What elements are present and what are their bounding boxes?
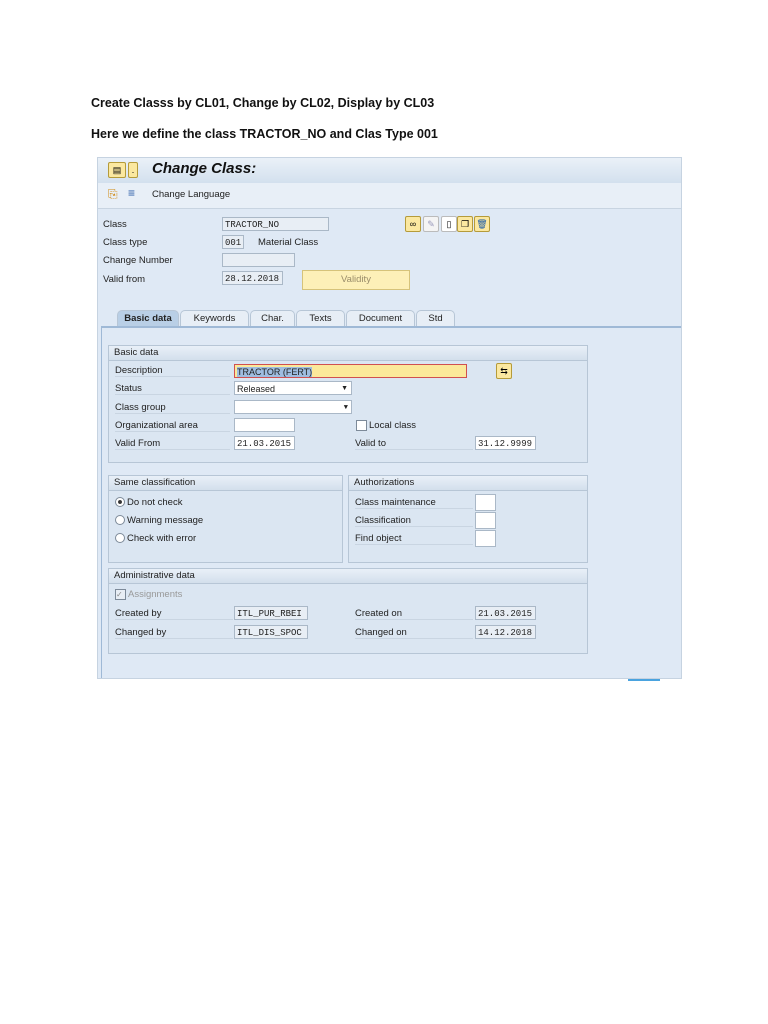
basic-data-group: Basic data Description TRACTOR (FERT) ⇆ … [108,345,588,463]
org-area-label: Organizational area [115,420,230,432]
basic-valid-from-field[interactable]: 21.03.2015 [234,436,295,450]
classification-field[interactable] [475,512,496,529]
local-class-checkbox[interactable]: Local class [356,420,416,431]
doc-line-1: Create Classs by CL01, Change by CL02, D… [91,96,435,110]
valid-from-label: Valid from [103,274,146,285]
tab-texts[interactable]: Texts [296,310,345,327]
radio-do-not-check[interactable]: Do not check [115,497,182,508]
tab-char[interactable]: Char. [250,310,295,327]
created-by-field: ITL_PUR_RBEI [234,606,308,620]
radio-warning-message[interactable]: Warning message [115,515,203,526]
doc-line-2: Here we define the class TRACTOR_NO and … [91,127,438,141]
status-select[interactable]: Released ▼ [234,381,352,395]
chevron-down-icon: ▼ [343,404,348,412]
class-type-desc: Material Class [258,237,319,248]
description-label: Description [115,365,230,377]
created-by-label: Created by [115,608,233,620]
description-field[interactable]: TRACTOR (FERT) [234,364,467,378]
tab-strip-line [101,326,681,328]
sap-window: ▤ . Change Class: ⎘ ≡ Change Language Cl… [97,157,682,679]
tab-keywords[interactable]: Keywords [180,310,249,327]
find-object-field[interactable] [475,530,496,547]
radio-label: Check with error [127,533,197,544]
change-number-field[interactable] [222,253,295,267]
basic-valid-from-label: Valid From [115,438,230,450]
copy-icon[interactable]: ❐ [457,216,473,232]
window-title: Change Class: [152,160,257,177]
class-type-field[interactable]: 001 [222,235,244,249]
delete-icon[interactable]: 🗑 [474,216,490,232]
assignments-label: Assignments [128,589,183,601]
tab-basic-data[interactable]: Basic data [117,310,179,327]
class-maintenance-label: Class maintenance [355,497,473,509]
change-number-label: Change Number [103,255,173,266]
radio-icon [115,533,125,544]
checkbox-icon [356,420,367,431]
tab-document[interactable]: Document [346,310,415,327]
radio-check-with-error[interactable]: Check with error [115,533,196,544]
org-area-field[interactable] [234,418,295,432]
class-type-label: Class type [103,237,148,248]
edit-icon[interactable]: ✎ [423,216,439,232]
administrative-data-group: Administrative data ✓ Assignments Created… [108,568,588,654]
same-classification-title: Same classification [109,476,342,491]
title-bar: ▤ . Change Class: [98,158,681,184]
valid-from-field[interactable]: 28.12.2018 [222,271,283,285]
changed-by-label: Changed by [115,627,233,639]
menu-icon[interactable]: ▤ [108,162,126,178]
class-label: Class [103,219,127,230]
tab-std[interactable]: Std [416,310,455,327]
application-toolbar: ⎘ ≡ Change Language [98,183,681,209]
authorizations-title: Authorizations [349,476,587,491]
authorizations-group: Authorizations Class maintenance Classif… [348,475,588,563]
valid-to-label: Valid to [355,438,473,450]
radio-icon [115,515,125,526]
local-class-label: Local class [369,420,416,432]
changed-on-label: Changed on [355,627,473,639]
valid-to-field[interactable]: 31.12.9999 [475,436,536,450]
same-classification-group: Same classification Do not check Warning… [108,475,343,563]
validity-button[interactable]: Validity [302,270,410,290]
menu-dropdown-icon[interactable]: . [128,162,138,178]
language-icon[interactable]: ≡ [128,186,135,200]
status-label: Status [115,383,230,395]
class-group-select[interactable]: ▼ [234,400,352,414]
create-icon[interactable]: ▯ [441,216,457,232]
status-indicator-line [628,679,660,681]
basic-data-title: Basic data [109,346,587,361]
status-value: Released [237,384,276,394]
translate-icon[interactable]: ⇆ [496,363,512,379]
radio-selected-icon [115,497,125,508]
class-field[interactable]: TRACTOR_NO [222,217,329,231]
other-class-icon[interactable]: ⎘ [108,187,118,202]
class-group-label: Class group [115,402,230,414]
administrative-data-title: Administrative data [109,569,587,584]
change-language-button[interactable]: Change Language [152,189,230,200]
find-object-label: Find object [355,533,473,545]
changed-by-field: ITL_DIS_SPOC [234,625,308,639]
created-on-field: 21.03.2015 [475,606,536,620]
glasses-icon[interactable]: ∞ [405,216,421,232]
checkmark-icon: ✓ [115,589,126,600]
assignments-checkbox: ✓ Assignments [115,589,182,600]
created-on-label: Created on [355,608,473,620]
classification-label: Classification [355,515,473,527]
class-maintenance-field[interactable] [475,494,496,511]
description-value: TRACTOR (FERT) [237,367,313,377]
radio-label: Warning message [127,515,204,526]
chevron-down-icon: ▼ [341,385,348,392]
tab-panel-border [101,328,102,678]
radio-label: Do not check [127,497,183,508]
changed-on-field: 14.12.2018 [475,625,536,639]
